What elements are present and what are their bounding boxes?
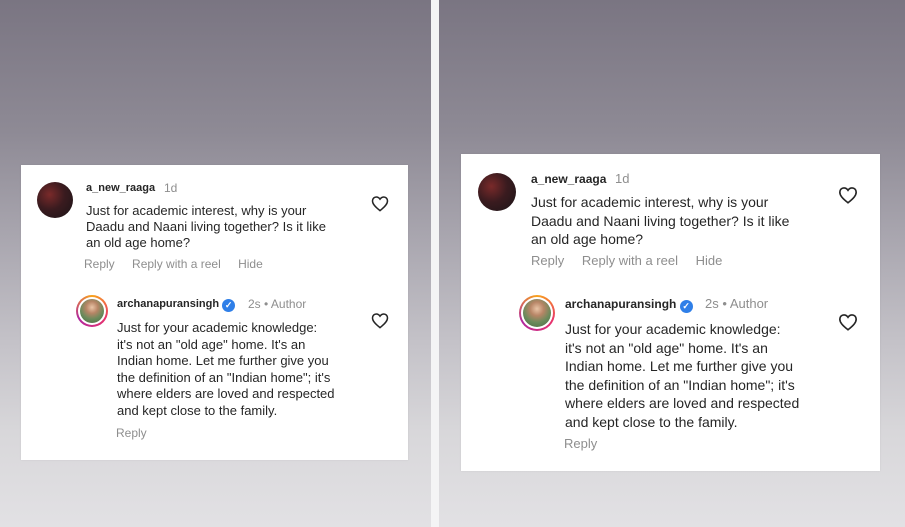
reply-username-row: archanapuransingh ✓	[565, 297, 693, 313]
comment-username[interactable]: a_new_raaga	[531, 172, 606, 186]
reply-text-line: where elders are loved and respected	[117, 386, 335, 401]
comment-time: 1d	[615, 171, 630, 186]
author-avatar[interactable]	[519, 295, 555, 331]
comment-text-line: an old age home?	[86, 235, 191, 250]
reply-actions: Reply	[116, 426, 161, 440]
comment-card-left: a_new_raaga 1d Just for academic interes…	[21, 165, 408, 460]
verified-badge-icon: ✓	[222, 299, 236, 312]
reply-text-line: where elders are loved and respected	[565, 395, 800, 411]
meta-separator: •	[264, 297, 269, 311]
reply-text-line: Indian home. Let me further give you	[117, 353, 329, 368]
heart-outline-icon[interactable]	[371, 312, 389, 329]
reply-text-line: Just for your academic knowledge:	[117, 320, 318, 335]
comment-text: Just for academic interest, why is your …	[86, 203, 326, 251]
commenter-avatar[interactable]	[478, 173, 516, 211]
comment-username[interactable]: a_new_raaga	[86, 182, 155, 194]
author-avatar-photo	[523, 299, 551, 327]
panel-divider	[431, 0, 439, 527]
reply-text-line: and kept close to the family.	[565, 413, 738, 430]
heart-outline-icon[interactable]	[838, 313, 858, 331]
reply-text-line: and kept close to the family.	[117, 402, 278, 418]
author-avatar[interactable]	[76, 295, 108, 327]
comment-text-line: an old age home?	[531, 231, 644, 247]
reply-button[interactable]: Reply	[84, 257, 115, 271]
reply-time: 2s	[248, 297, 261, 311]
reply-text-line: it's not an "old age" home. It's an	[117, 336, 306, 352]
comment-text-line: Just for academic interest, why is your	[531, 194, 769, 210]
comment-actions: Reply Reply with a reel Hide	[84, 257, 277, 271]
reply-with-reel-button[interactable]: Reply with a reel	[582, 253, 678, 268]
reply-meta: 2s • Author	[705, 296, 768, 311]
reply-username[interactable]: archanapuransingh	[117, 298, 219, 310]
reply-button[interactable]: Reply	[531, 253, 564, 268]
reply-text-line: the definition of an "Indian home"; it's	[565, 376, 795, 393]
reply-text-line: Just for your academic knowledge:	[565, 321, 781, 337]
reply-with-reel-button[interactable]: Reply with a reel	[132, 257, 221, 271]
comment-card-right: a_new_raaga 1d Just for academic interes…	[461, 154, 880, 471]
comment-text: Just for academic interest, why is your …	[531, 193, 789, 249]
comment-time: 1d	[164, 181, 178, 195]
comment-text-line: Daadu and Naani living together? Is it l…	[531, 212, 790, 229]
heart-outline-icon[interactable]	[371, 195, 389, 212]
author-avatar-photo	[80, 299, 104, 323]
verified-badge-icon: ✓	[679, 300, 693, 313]
reply-username[interactable]: archanapuransingh	[565, 297, 676, 311]
heart-outline-icon[interactable]	[838, 186, 858, 204]
hide-button[interactable]: Hide	[238, 257, 263, 271]
comment-actions: Reply Reply with a reel Hide	[531, 253, 736, 268]
reply-text: Just for your academic knowledge: it's n…	[565, 320, 799, 431]
reply-button[interactable]: Reply	[116, 426, 147, 440]
author-tag: Author	[729, 296, 769, 311]
hide-button[interactable]: Hide	[696, 253, 723, 268]
comment-text-line: Just for academic interest, why is your	[86, 203, 307, 218]
reply-actions: Reply	[564, 436, 611, 451]
reply-text-line: Indian home. Let me further give you	[565, 358, 794, 374]
author-avatar-border	[78, 297, 106, 325]
reply-text-line: the definition of an "Indian home"; it's	[117, 369, 331, 385]
comment-text-line: Daadu and Naani living together? Is it l…	[86, 219, 326, 234]
meta-separator: •	[722, 296, 727, 311]
author-tag: Author	[270, 297, 307, 311]
reply-button[interactable]: Reply	[564, 436, 597, 451]
reply-username-row: archanapuransingh ✓	[117, 298, 236, 312]
reply-meta: 2s • Author	[248, 297, 306, 311]
author-avatar-border	[521, 297, 553, 329]
reply-text-line: it's not an "old age" home. It's an	[565, 339, 768, 356]
reply-text: Just for your academic knowledge: it's n…	[117, 320, 335, 419]
commenter-avatar[interactable]	[37, 182, 73, 218]
reply-time: 2s	[705, 296, 719, 311]
